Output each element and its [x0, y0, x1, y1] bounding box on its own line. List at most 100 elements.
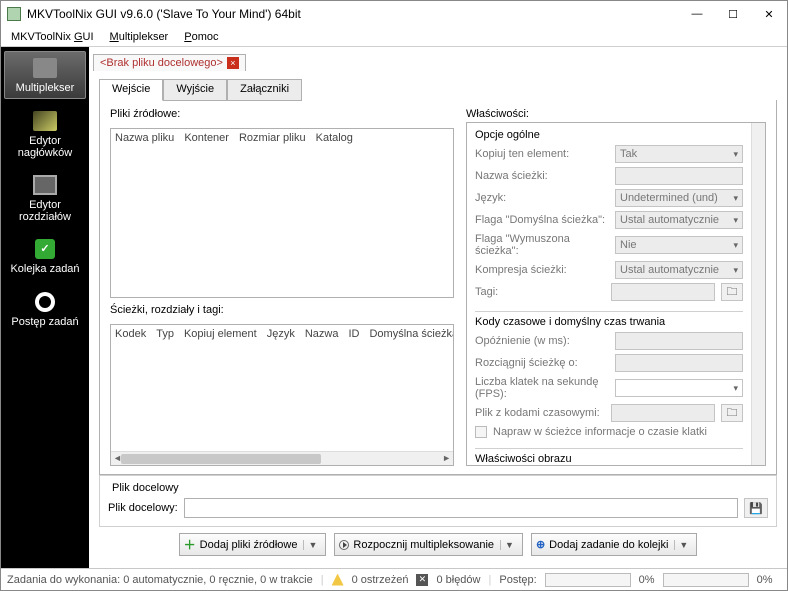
- subtabs: Wejście Wyjście Załączniki: [99, 79, 777, 101]
- source-columns: Nazwa pliku Kontener Rozmiar pliku Katal…: [111, 129, 453, 147]
- tags-input[interactable]: [611, 283, 715, 301]
- progress-label: Postęp:: [499, 574, 536, 586]
- job-output-icon: [31, 290, 59, 314]
- scroll-right-icon[interactable]: ►: [442, 453, 451, 463]
- tracks-list[interactable]: Kodek Typ Kopiuj element Język Nazwa ID …: [110, 324, 454, 466]
- col-lang[interactable]: Język: [267, 328, 295, 340]
- tab-input[interactable]: Wejście: [99, 79, 163, 101]
- source-files-list[interactable]: Nazwa pliku Kontener Rozmiar pliku Katal…: [110, 128, 454, 298]
- dest-file-input[interactable]: [184, 498, 738, 518]
- col-id[interactable]: ID: [348, 328, 359, 340]
- sidebar: Multiplekser Edytor nagłówków Edytor roz…: [1, 47, 89, 568]
- col-trackname[interactable]: Nazwa: [305, 328, 339, 340]
- dest-group: Plik docelowy Plik docelowy: 💾: [99, 475, 777, 527]
- tracks-label: Ścieżki, rozdziały i tagi:: [110, 304, 454, 316]
- stretch-input[interactable]: [615, 354, 743, 372]
- action-buttons: ＋Dodaj pliki źródłowe▼ Rozpocznij multip…: [99, 527, 777, 562]
- col-dir[interactable]: Katalog: [316, 132, 353, 144]
- statusbar: Zadania do wykonania: 0 automatycznie, 0…: [1, 568, 787, 590]
- fps-select[interactable]: ▾: [615, 379, 743, 397]
- trackname-input[interactable]: [615, 167, 743, 185]
- lang-label: Język:: [475, 192, 609, 204]
- dest-browse-button[interactable]: 💾: [744, 498, 768, 518]
- close-tab-icon[interactable]: ×: [227, 57, 239, 69]
- folder-icon: 🗀: [727, 283, 738, 302]
- job-queue-icon: ✓: [31, 237, 59, 261]
- fix-timing-checkbox[interactable]: [475, 426, 487, 438]
- tcfile-input[interactable]: [611, 404, 715, 422]
- file-tab-empty[interactable]: <Brak pliku docelowego> ×: [93, 54, 246, 71]
- menubar: MKVToolNix GUI Multiplekser Pomoc: [1, 27, 787, 47]
- tcfile-browse-button[interactable]: 🗀: [721, 404, 743, 422]
- comp-label: Kompresja ścieżki:: [475, 264, 609, 276]
- track-columns: Kodek Typ Kopiuj element Język Nazwa ID …: [111, 325, 453, 343]
- properties-label: Właściwości:: [466, 108, 766, 120]
- add-to-queue-button[interactable]: ⊕Dodaj zadanie do kolejki▼: [531, 533, 697, 556]
- tab-output[interactable]: Wyjście: [163, 79, 227, 101]
- comp-select[interactable]: Ustal automatycznie▾: [615, 261, 743, 279]
- maximize-button[interactable]: ☐: [715, 2, 751, 26]
- group-picture: Właściwości obrazu: [475, 453, 743, 465]
- dropdown-icon[interactable]: ▼: [500, 540, 514, 550]
- sidebar-item-job-queue[interactable]: ✓ Kolejka zadań: [4, 233, 86, 279]
- default-label: Flaga "Domyślna ścieżka":: [475, 214, 609, 226]
- close-button[interactable]: ✕: [751, 2, 787, 26]
- tcfile-label: Plik z kodami czasowymi:: [475, 407, 605, 419]
- trackname-label: Nazwa ścieżki:: [475, 170, 609, 182]
- progress-bar-1: [545, 573, 631, 587]
- source-files-label: Pliki źródłowe:: [110, 108, 454, 120]
- col-size[interactable]: Rozmiar pliku: [239, 132, 306, 144]
- properties-panel: Opcje ogólne Kopiuj ten element: Tak▾ Naz…: [466, 122, 766, 466]
- tags-label: Tagi:: [475, 286, 605, 298]
- error-icon: ✕: [416, 574, 428, 586]
- menu-multiplexer[interactable]: Multiplekser: [104, 29, 175, 45]
- copy-select[interactable]: Tak▾: [615, 145, 743, 163]
- status-jobs: Zadania do wykonania: 0 automatycznie, 0…: [7, 574, 313, 586]
- add-source-button[interactable]: ＋Dodaj pliki źródłowe▼: [179, 533, 327, 556]
- horizontal-scrollbar[interactable]: ◄ ►: [111, 451, 453, 465]
- play-icon: [339, 540, 349, 550]
- chapter-editor-icon: [31, 173, 59, 197]
- dropdown-icon[interactable]: ▼: [674, 540, 688, 550]
- header-editor-icon: [31, 109, 59, 133]
- sidebar-label: Postęp zadań: [11, 316, 78, 328]
- sidebar-item-multiplexer[interactable]: Multiplekser: [4, 51, 86, 99]
- tags-browse-button[interactable]: 🗀: [721, 283, 743, 301]
- vertical-scrollbar[interactable]: [751, 123, 765, 465]
- dest-label: Plik docelowy:: [108, 502, 178, 514]
- progress-value-2: 0%: [757, 574, 773, 586]
- delay-input[interactable]: [615, 332, 743, 350]
- sidebar-item-chapter-editor[interactable]: Edytor rozdziałów: [4, 169, 86, 227]
- sidebar-item-header-editor[interactable]: Edytor nagłówków: [4, 105, 86, 163]
- tab-attachments[interactable]: Załączniki: [227, 79, 302, 101]
- warning-icon: [332, 574, 344, 586]
- copy-label: Kopiuj ten element:: [475, 148, 609, 160]
- forced-label: Flaga "Wymuszona ścieżka":: [475, 233, 609, 257]
- sidebar-item-job-output[interactable]: Postęp zadań: [4, 286, 86, 332]
- col-type[interactable]: Typ: [156, 328, 174, 340]
- col-name[interactable]: Nazwa pliku: [115, 132, 174, 144]
- forced-select[interactable]: Nie▾: [615, 236, 743, 254]
- group-general: Opcje ogólne: [475, 129, 743, 141]
- start-mux-button[interactable]: Rozpocznij multipleksowanie▼: [334, 533, 523, 556]
- lang-select[interactable]: Undetermined (und)▾: [615, 189, 743, 207]
- file-tab-label: <Brak pliku docelowego>: [100, 57, 223, 69]
- menu-help[interactable]: Pomoc: [178, 29, 224, 45]
- progress-value-1: 0%: [639, 574, 655, 586]
- status-errors[interactable]: 0 błędów: [436, 574, 480, 586]
- col-default[interactable]: Domyślna ścieżka: [369, 328, 453, 340]
- delay-label: Opóźnienie (w ms):: [475, 335, 609, 347]
- col-copy[interactable]: Kopiuj element: [184, 328, 257, 340]
- dropdown-icon[interactable]: ▼: [303, 540, 317, 550]
- default-select[interactable]: Ustal automatycznie▾: [615, 211, 743, 229]
- sidebar-label: Edytor rozdziałów: [6, 199, 84, 223]
- queue-icon: ⊕: [536, 538, 545, 551]
- scrollbar-thumb[interactable]: [121, 454, 321, 464]
- status-warnings[interactable]: 0 ostrzeżeń: [352, 574, 409, 586]
- col-codec[interactable]: Kodek: [115, 328, 146, 340]
- menu-gui[interactable]: MKVToolNix GUI: [5, 29, 100, 45]
- col-container[interactable]: Kontener: [184, 132, 229, 144]
- titlebar: MKVToolNix GUI v9.6.0 ('Slave To Your Mi…: [1, 1, 787, 27]
- minimize-button[interactable]: —: [679, 2, 715, 26]
- group-timecodes: Kody czasowe i domyślny czas trwania: [475, 316, 743, 328]
